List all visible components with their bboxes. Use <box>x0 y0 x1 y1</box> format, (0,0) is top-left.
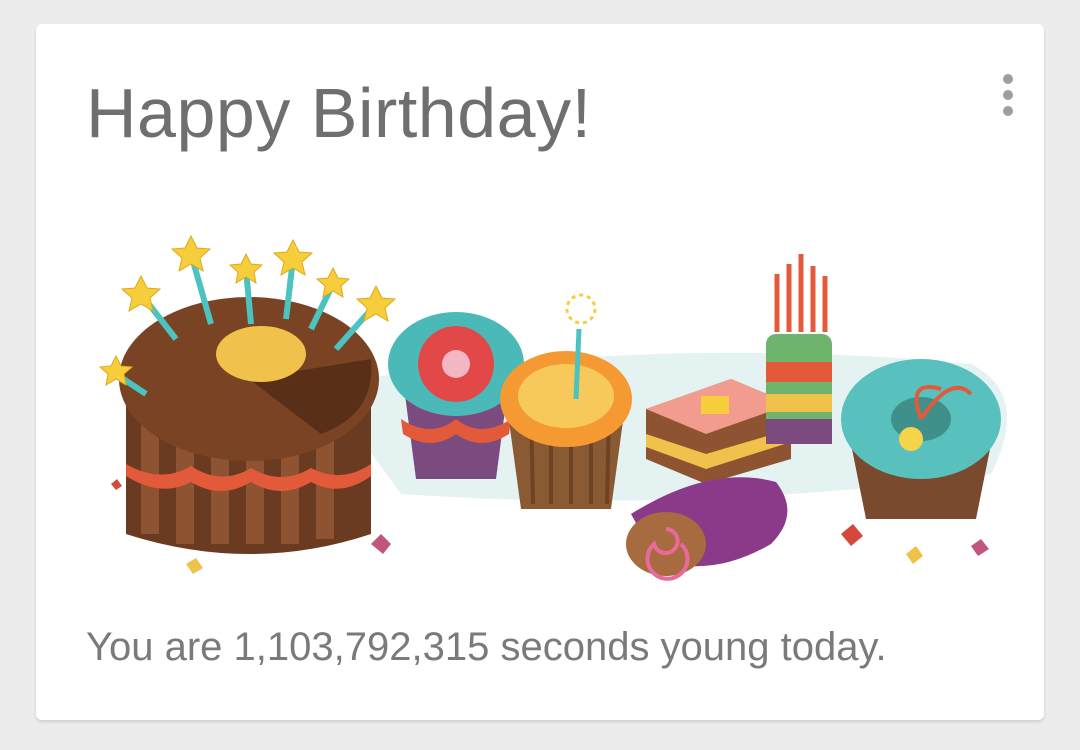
age-in-seconds-text: You are 1,103,792,315 seconds young toda… <box>86 625 887 669</box>
overflow-menu-icon[interactable] <box>994 74 1022 120</box>
birthday-cakes-illustration <box>98 234 1007 581</box>
layer-cake-icon <box>766 254 832 444</box>
chocolate-cake-icon <box>98 234 397 554</box>
birthday-card: Happy Birthday! You are 1,103,792,315 se… <box>36 24 1044 720</box>
bundt-cake-icon <box>841 359 1001 519</box>
swirl-cupcake-icon <box>500 293 632 509</box>
card-title: Happy Birthday! <box>86 74 592 152</box>
